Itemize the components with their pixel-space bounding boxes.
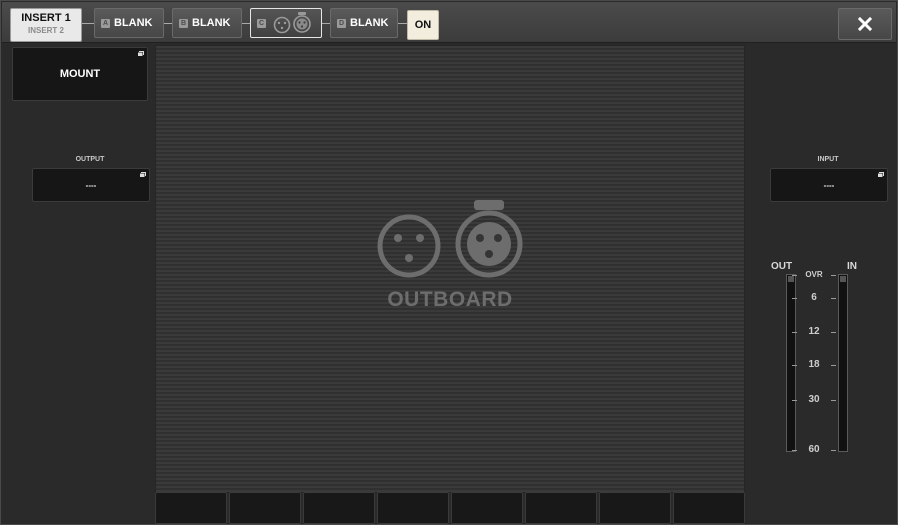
- outboard-title: OUTBOARD: [387, 288, 513, 311]
- bottom-button[interactable]: [229, 492, 301, 524]
- bottom-button[interactable]: [673, 492, 745, 524]
- mount-label: MOUNT: [59, 68, 101, 80]
- slot-a-label: BLANK: [114, 17, 153, 29]
- meter-scale-18: 18: [792, 359, 836, 370]
- meter-out-label: OUT: [771, 261, 793, 272]
- in-ovr-segment: [840, 276, 846, 282]
- insert-toolbar: INSERT 1 INSERT 2 A BLANK B BLANK C D BL…: [2, 2, 896, 43]
- outboard-mini-icon: [273, 12, 311, 34]
- outboard-display: OUTBOARD: [155, 45, 745, 493]
- slot-c-button[interactable]: C: [250, 8, 322, 38]
- meter-scale-ovr: OVR: [792, 270, 836, 279]
- chain-connector: [322, 23, 330, 24]
- slot-d-label: BLANK: [350, 17, 389, 29]
- slot-letter-b: B: [179, 18, 188, 28]
- meter-scale-12: 12: [792, 326, 836, 337]
- in-meter-bar: [838, 274, 848, 452]
- output-label: OUTPUT: [75, 156, 105, 163]
- left-panel: [7, 45, 153, 520]
- chain-connector: [242, 23, 250, 24]
- insert-on-button[interactable]: ON: [407, 10, 439, 40]
- bottom-button[interactable]: [599, 492, 671, 524]
- meter-scale-6: 6: [792, 292, 836, 303]
- level-meter: OUT IN OVR 6 12 18 30 60: [761, 257, 867, 462]
- chain-connector: [82, 23, 94, 24]
- chain-connector: [398, 23, 407, 24]
- insert-selector-button[interactable]: INSERT 1 INSERT 2: [10, 8, 82, 42]
- bottom-button[interactable]: [451, 492, 523, 524]
- meter-scale-30: 30: [792, 394, 836, 405]
- slot-letter-a: A: [101, 18, 110, 28]
- output-patch-button[interactable]: ----: [32, 168, 150, 202]
- close-icon: [857, 16, 873, 32]
- slot-letter-d: D: [337, 18, 346, 28]
- input-patch-button[interactable]: ----: [770, 168, 888, 202]
- popup-corner-icon: [878, 172, 884, 177]
- popup-corner-icon: [138, 51, 144, 56]
- insert-window: INSERT 1 INSERT 2 A BLANK B BLANK C D BL…: [0, 0, 898, 525]
- bottom-button[interactable]: [155, 492, 227, 524]
- meter-scale-60: 60: [792, 444, 836, 455]
- slot-d-button[interactable]: D BLANK: [330, 8, 398, 38]
- bottom-button-row: [155, 492, 745, 524]
- slot-b-button[interactable]: B BLANK: [172, 8, 242, 38]
- input-label: INPUT: [817, 156, 839, 163]
- bottom-button[interactable]: [525, 492, 597, 524]
- meter-in-label: IN: [847, 261, 857, 272]
- popup-corner-icon: [140, 172, 146, 177]
- close-button[interactable]: [838, 8, 892, 40]
- insert-primary-label: INSERT 1: [21, 12, 71, 24]
- mount-button[interactable]: MOUNT: [12, 47, 148, 101]
- input-value: ----: [823, 180, 835, 190]
- bottom-button[interactable]: [377, 492, 449, 524]
- output-value: ----: [85, 180, 97, 190]
- slot-letter-c: C: [257, 18, 266, 28]
- bottom-button[interactable]: [303, 492, 375, 524]
- slot-a-button[interactable]: A BLANK: [94, 8, 164, 38]
- insert-secondary-label: INSERT 2: [27, 26, 64, 35]
- chain-connector: [164, 23, 172, 24]
- slot-b-label: BLANK: [192, 17, 231, 29]
